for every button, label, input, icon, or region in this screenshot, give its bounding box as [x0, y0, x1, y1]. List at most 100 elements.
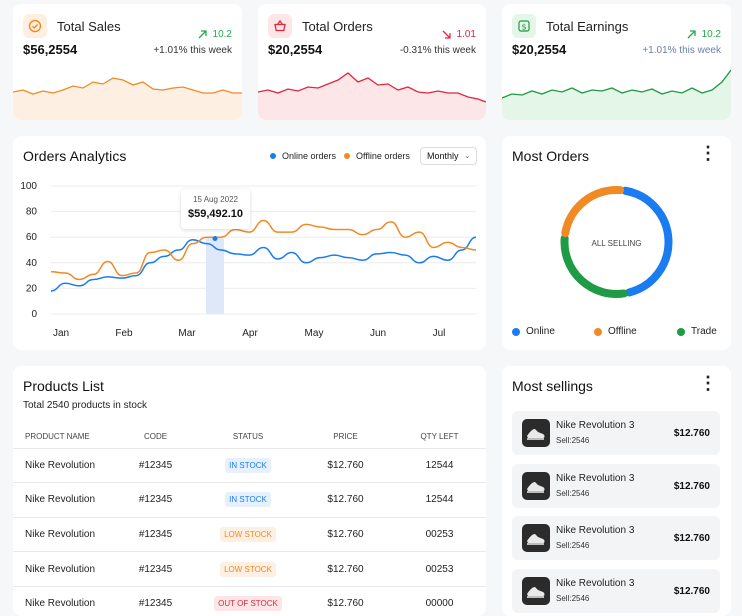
product-name: Nike Revolution	[25, 598, 96, 610]
tooltip-value: $59,492.10	[187, 208, 244, 220]
selling-name: Nike Revolution 3	[556, 420, 635, 431]
selling-item[interactable]: Nike Revolution 3 Sell:2546 $12.760	[512, 516, 720, 560]
table-row[interactable]: Nike Revolution #12345 LOW STOCK $12.760 002…	[13, 551, 486, 587]
highlight-point	[212, 235, 218, 241]
status-badge: IN STOCK	[225, 492, 271, 508]
product-qty: 00000	[425, 598, 454, 610]
x-tick-label: Apr	[242, 328, 258, 339]
y-tick-label: 0	[31, 309, 37, 320]
column-header[interactable]: QTY LEFT	[393, 426, 486, 448]
table-row[interactable]: Nike Revolution #12345 OUT OF STOCK $12.760…	[13, 586, 486, 616]
most-sellings-card: Most sellings ⋮ Nike Revolution 3 Sell:25…	[502, 366, 731, 616]
x-tick-label: Jun	[370, 328, 386, 339]
column-header[interactable]: PRODUCT NAME	[13, 426, 113, 448]
product-code: #12345	[138, 494, 173, 506]
table-row[interactable]: Nike Revolution #12345 IN STOCK $12.760 1254…	[13, 448, 486, 483]
selling-name: Nike Revolution 3	[556, 577, 635, 589]
sneaker-image	[522, 471, 550, 500]
y-tick-label: 100	[20, 181, 37, 192]
sneaker-image	[522, 419, 550, 447]
orders-sparkline	[258, 72, 486, 120]
section-title: Most sellings	[512, 378, 593, 394]
y-tick-label: 60	[26, 232, 38, 243]
donut-legend-online: Online	[512, 326, 555, 337]
stat-title: Total Earnings	[546, 18, 629, 34]
orders-analytics-card: Orders Analytics Online orders Offline o…	[13, 136, 486, 350]
stat-subtext: +1.01% this week	[642, 45, 721, 56]
series-line	[50, 219, 477, 281]
selling-count: Sell:2546	[556, 593, 590, 603]
product-price: $12.760	[327, 459, 364, 471]
more-options-icon[interactable]: ⋮	[699, 374, 717, 392]
basket-icon	[268, 14, 292, 38]
product-code: #12345	[138, 563, 173, 575]
sneaker-image	[522, 576, 550, 605]
stat-delta-value: 10.2	[212, 29, 232, 40]
selling-item[interactable]: Nike Revolution 3 Sell:2546 $12.760	[512, 411, 720, 455]
status-badge: IN STOCK	[225, 457, 271, 473]
x-tick-label: Feb	[115, 328, 133, 339]
svg-text:$: $	[521, 22, 526, 31]
product-status: IN STOCK	[198, 483, 298, 518]
stat-delta-value: 1.01	[456, 29, 476, 40]
stat-delta-value: 10.2	[701, 29, 721, 40]
arrow-up-right-icon	[198, 30, 207, 39]
column-header[interactable]: CODE	[113, 426, 198, 448]
stat-value: $20,2554	[512, 42, 567, 57]
chart-tooltip: 15 Aug 2022 $59,492.10	[181, 189, 250, 229]
product-name: Nike Revolution	[25, 494, 96, 506]
product-code: #12345	[138, 459, 173, 471]
y-tick-label: 40	[26, 258, 38, 269]
selling-count: Sell:2546	[556, 541, 590, 550]
product-qty: 12544	[425, 459, 454, 471]
stat-delta: 10.2	[687, 29, 721, 40]
product-status: IN STOCK	[198, 448, 298, 483]
selling-price: $12.760	[673, 585, 710, 597]
x-tick-label: Mar	[178, 328, 196, 339]
series-line	[50, 236, 477, 292]
check-circle-icon	[23, 14, 47, 38]
products-table: PRODUCT NAME CODE STATUS PRICE QTY LEFT …	[13, 426, 486, 616]
orders-line-chart: 100 80 60 40 20 0 Jan Feb Mar Apr May Jun Jul	[20, 181, 477, 339]
y-tick-label: 20	[26, 283, 38, 294]
stat-title: Total Orders	[302, 18, 373, 34]
x-tick-label: May	[305, 328, 324, 339]
arrow-down-right-icon	[442, 30, 451, 39]
selling-name: Nike Revolution 3	[556, 525, 635, 536]
tooltip-date: 15 Aug 2022	[193, 195, 238, 204]
product-price: $12.760	[327, 563, 364, 575]
selling-count: Sell:2546	[556, 488, 590, 498]
sneaker-image	[522, 524, 550, 552]
status-badge: OUT OF STOCK	[214, 596, 282, 612]
table-row[interactable]: Nike Revolution #12345 LOW STOCK $12.760 002…	[13, 517, 486, 552]
selling-item[interactable]: Nike Revolution 3 Sell:2546 $12.760	[512, 463, 720, 508]
selling-item[interactable]: Nike Revolution 3 Sell:2546 $12.760	[512, 568, 720, 613]
y-tick-label: 80	[26, 207, 38, 218]
product-name: Nike Revolution	[25, 528, 96, 540]
selling-name: Nike Revolution 3	[556, 472, 635, 484]
column-header[interactable]: STATUS	[198, 426, 298, 448]
section-title: Products List	[23, 378, 104, 394]
product-price: $12.760	[327, 528, 364, 540]
products-list-card: Products List Total 2540 products in sto…	[13, 366, 486, 616]
earnings-sparkline	[502, 69, 731, 120]
dollar-icon: $	[512, 14, 536, 38]
sales-sparkline	[13, 77, 242, 120]
x-tick-label: Jul	[433, 328, 446, 339]
product-name: Nike Revolution	[25, 563, 96, 575]
table-row[interactable]: Nike Revolution #12345 IN STOCK $12.760 1254…	[13, 482, 486, 518]
selling-price: $12.760	[673, 480, 710, 492]
most-orders-card: Most Orders ⋮ ALL SELLING Online Offline…	[502, 136, 731, 350]
selling-count: Sell:2546	[556, 436, 590, 445]
stat-title: Total Sales	[57, 18, 121, 34]
stat-card-earnings: $ Total Earnings $20,2554 10.2 +1.01% th…	[502, 4, 731, 120]
product-status: LOW STOCK	[198, 552, 298, 587]
stat-subtext: +1.01% this week	[153, 45, 232, 56]
donut-segment	[561, 186, 625, 238]
column-header[interactable]: PRICE	[298, 426, 393, 448]
product-code: #12345	[138, 598, 173, 610]
product-price: $12.760	[327, 598, 364, 610]
selling-price: $12.760	[673, 533, 710, 544]
status-badge: LOW STOCK	[220, 561, 276, 577]
product-price: $12.760	[327, 494, 364, 506]
